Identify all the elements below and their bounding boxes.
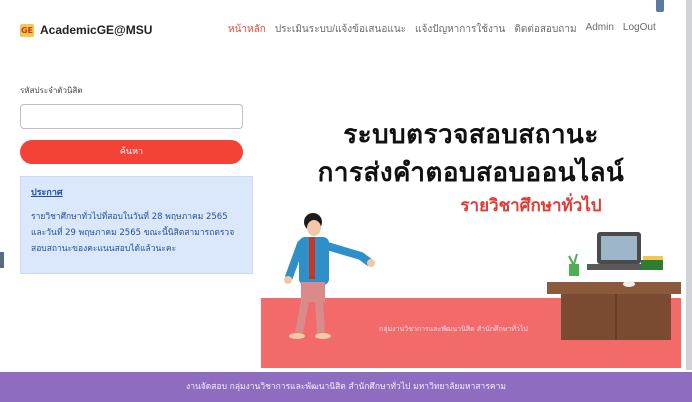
- person-illustration-icon: [284, 213, 375, 339]
- search-button[interactable]: ค้นหา: [20, 140, 243, 164]
- nav-item-contact[interactable]: ติดต่อสอบถาม: [514, 22, 576, 37]
- announcement-body: รายวิชาศึกษาทั่วไปที่สอบในวันที่ 28 พฤษภ…: [31, 212, 235, 254]
- announcement-title[interactable]: ประกาศ: [31, 185, 242, 199]
- desk-illustration-icon: [547, 232, 681, 340]
- nav-item-admin[interactable]: Admin: [586, 22, 614, 37]
- navbar: GE AcademicGE@MSU หน้าหลัก ประเมินระบบ/แ…: [0, 0, 692, 62]
- student-id-label: รหัสประจำตัวนิสิต: [20, 86, 83, 95]
- nav-item-logout[interactable]: LogOut: [623, 22, 656, 37]
- page: GE AcademicGE@MSU หน้าหลัก ประเมินระบบ/แ…: [0, 0, 692, 402]
- edge-marker: [0, 252, 4, 268]
- scrollbar-track[interactable]: [686, 0, 692, 370]
- window-edge-mark: [656, 0, 664, 12]
- brand[interactable]: GE AcademicGE@MSU: [20, 23, 152, 37]
- announcement-box: ประกาศ รายวิชาศึกษาทั่วไปที่สอบในวันที่ …: [20, 176, 253, 274]
- student-id-input[interactable]: [20, 104, 243, 129]
- hero-banner: ระบบตรวจสอบสถานะ การส่งคำตอบสอบออนไลน์ ร…: [261, 72, 681, 368]
- footer: งานจัดสอบ กลุ่มงานวิชาการและพัฒนานิสิต ส…: [0, 372, 692, 402]
- hero-caption: กลุ่มงานวิชาการและพัฒนานิสิต สำนักศึกษาท…: [379, 325, 528, 333]
- nav-item-feedback[interactable]: ประเมินระบบ/แจ้งข้อเสนอแนะ: [275, 22, 406, 37]
- search-panel: รหัสประจำตัวนิสิต ค้นหา ประกาศ รายวิชาศึ…: [10, 72, 254, 368]
- brand-logo-icon: GE: [20, 23, 34, 37]
- nav-item-home[interactable]: หน้าหลัก: [228, 22, 266, 37]
- brand-name: AcademicGE@MSU: [40, 23, 153, 37]
- nav-item-report-problem[interactable]: แจ้งปัญหาการใช้งาน: [415, 22, 505, 37]
- nav-menu: หน้าหลัก ประเมินระบบ/แจ้งข้อเสนอแนะ แจ้ง…: [228, 22, 656, 37]
